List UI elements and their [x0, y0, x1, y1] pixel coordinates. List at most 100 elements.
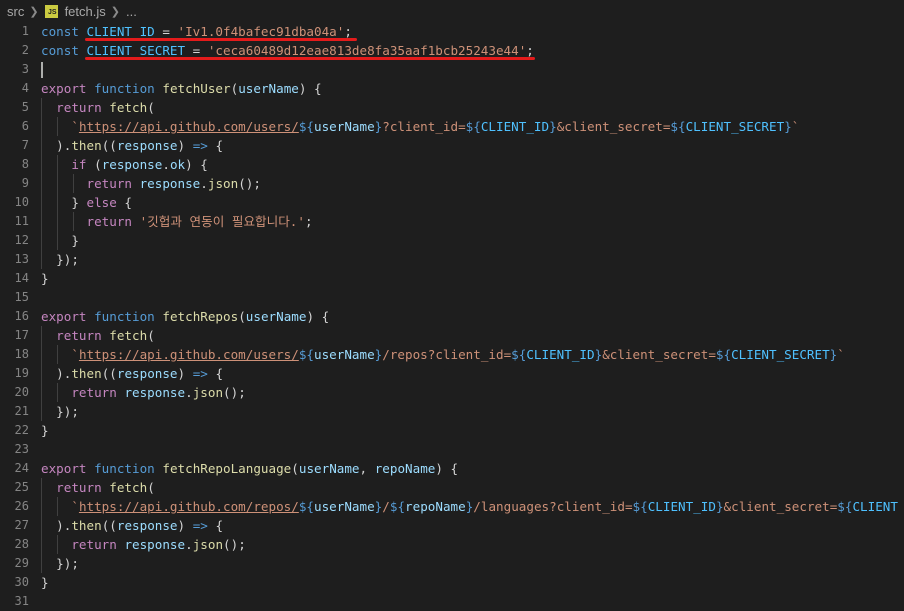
code-token: ${	[298, 119, 314, 134]
breadcrumb-folder[interactable]: src	[7, 4, 24, 19]
code-token: return	[71, 385, 117, 400]
code-area[interactable]: const CLIENT_ID = 'Iv1.0f4bafec91dba04a'…	[41, 22, 904, 611]
line-number: 20	[14, 385, 29, 399]
line-number: 24	[14, 461, 29, 475]
code-line[interactable]: `https://api.github.com/repos/${userName…	[41, 497, 904, 516]
code-line[interactable]: return response.json();	[41, 174, 904, 193]
code-line[interactable]: `https://api.github.com/users/${userName…	[41, 117, 904, 136]
code-token: (	[147, 328, 155, 343]
indent-guide	[57, 231, 58, 250]
code-line[interactable]: return response.json();	[41, 535, 904, 554]
indent-guide	[41, 497, 42, 516]
code-token: '깃헙과 연동이 필요합니다.'	[139, 214, 305, 229]
code-token: ((	[101, 366, 117, 381]
code-token: }	[41, 575, 49, 590]
indent-guide	[41, 250, 42, 269]
code-token: else	[86, 195, 117, 210]
indent-guide	[57, 535, 58, 554]
code-line[interactable]: ).then((response) => {	[41, 516, 904, 535]
line-number: 19	[14, 366, 29, 380]
breadcrumb-file[interactable]: fetch.js	[65, 4, 106, 19]
code-token: ?client_id=	[382, 119, 466, 134]
code-line[interactable]	[41, 440, 904, 459]
code-line[interactable]: export function fetchUser(userName) {	[41, 79, 904, 98]
code-token: ;	[304, 214, 313, 229]
code-line[interactable]: });	[41, 250, 904, 269]
code-line[interactable]: const CLIENT_ID = 'Iv1.0f4bafec91dba04a'…	[41, 22, 904, 41]
code-token: 'ceca60489d12eae813de8fa35aaf1bcb25243e4…	[207, 43, 527, 58]
code-token: CLIENT_ID	[647, 499, 716, 514]
code-token: then	[71, 366, 102, 381]
code-line[interactable]: return fetch(	[41, 98, 904, 117]
code-line[interactable]: });	[41, 554, 904, 573]
code-line[interactable]: });	[41, 402, 904, 421]
code-line[interactable]	[41, 288, 904, 307]
code-line[interactable]: }	[41, 231, 904, 250]
line-number: 26	[14, 499, 29, 513]
code-token: CLIENT	[852, 499, 898, 514]
code-token: userName	[298, 461, 360, 476]
line-number: 18	[14, 347, 29, 361]
code-line[interactable]: export function fetchRepos(userName) {	[41, 307, 904, 326]
code-line[interactable]: }	[41, 421, 904, 440]
code-line[interactable]: }	[41, 269, 904, 288]
code-token: export	[41, 81, 87, 96]
code-line[interactable]	[41, 60, 904, 79]
code-token: CLIENT_ID	[480, 119, 550, 134]
code-line[interactable]: return fetch(	[41, 326, 904, 345]
code-line[interactable]: } else {	[41, 193, 904, 212]
code-token: ).	[41, 366, 72, 381]
code-line[interactable]: return response.json();	[41, 383, 904, 402]
chevron-right-icon: ❯	[29, 5, 39, 18]
code-line[interactable]: }	[41, 573, 904, 592]
code-token: export	[41, 309, 87, 324]
line-number: 31	[14, 594, 29, 608]
code-line[interactable]: const CLIENT_SECRET = 'ceca60489d12eae81…	[41, 41, 904, 60]
code-line[interactable]: export function fetchRepoLanguage(userNa…	[41, 459, 904, 478]
code-token: {	[207, 138, 224, 153]
code-line[interactable]: return '깃헙과 연동이 필요합니다.';	[41, 212, 904, 231]
code-token: )	[177, 366, 193, 381]
code-token: response	[124, 385, 186, 400]
code-token: function	[94, 461, 155, 476]
code-token: response	[124, 537, 186, 552]
code-token: userName	[245, 309, 307, 324]
code-line[interactable]: ).then((response) => {	[41, 364, 904, 383]
code-token: ${	[465, 119, 481, 134]
indent-guide	[57, 497, 58, 516]
code-token: return	[86, 176, 133, 191]
text-cursor	[41, 62, 43, 78]
indent-guide	[41, 326, 42, 345]
line-number: 2	[21, 43, 29, 57]
line-number: 29	[14, 556, 29, 570]
code-token: .	[162, 157, 170, 172]
breadcrumb-symbols[interactable]: ...	[126, 4, 137, 19]
code-line[interactable]: if (response.ok) {	[41, 155, 904, 174]
code-token: CLIENT_ID	[86, 24, 155, 39]
code-token: ;	[344, 24, 352, 39]
code-editor[interactable]: 1 2 3 4 5 6 7 8 9 10 11 12 13 14 15 16 17 18 19 20 21 22 23 24 2…	[0, 22, 904, 608]
code-token: `	[71, 119, 79, 134]
code-token: =>	[192, 138, 208, 153]
line-number: 1	[21, 24, 29, 38]
code-token: function	[94, 81, 155, 96]
code-token: /	[382, 499, 390, 514]
code-line[interactable]: ).then((response) => {	[41, 136, 904, 155]
line-number: 7	[21, 138, 29, 152]
code-token: ((	[101, 138, 117, 153]
code-line[interactable]: `https://api.github.com/users/${userName…	[41, 345, 904, 364]
indent-guide	[41, 98, 42, 117]
indent-guide	[73, 212, 74, 231]
code-token: )	[177, 138, 193, 153]
code-line[interactable]: return fetch(	[41, 478, 904, 497]
code-token: CLIENT_SECRET	[685, 119, 785, 134]
code-token: userName	[314, 119, 375, 134]
code-token: {	[116, 195, 133, 210]
code-token: response	[116, 518, 178, 533]
code-line[interactable]	[41, 592, 904, 611]
